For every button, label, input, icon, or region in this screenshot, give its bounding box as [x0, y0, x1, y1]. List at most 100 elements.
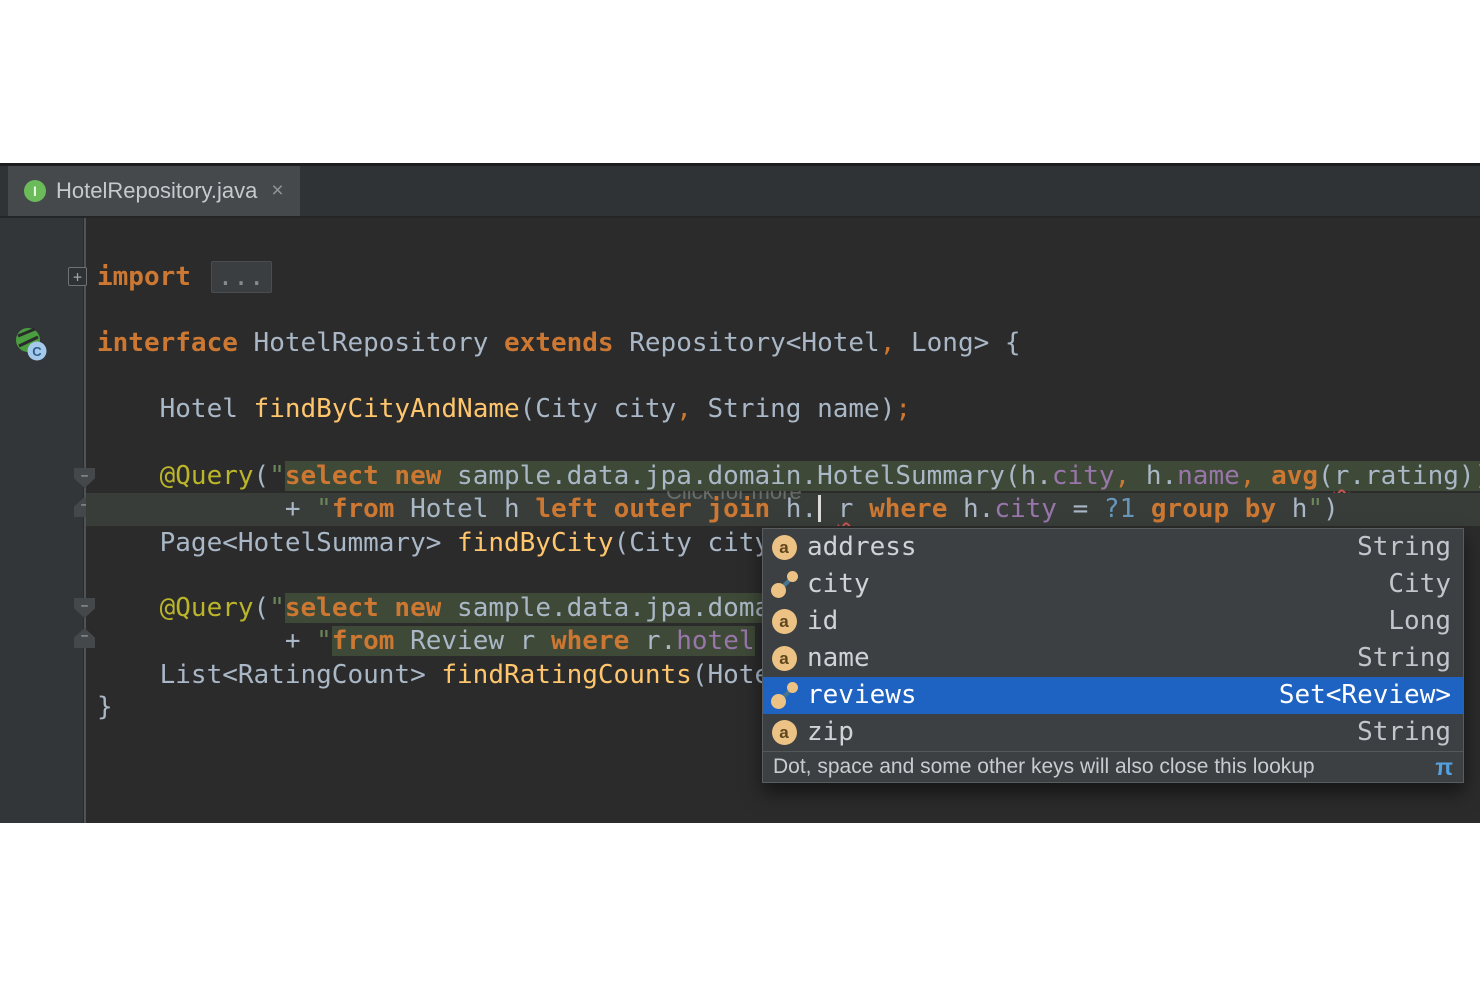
code-token: name [1177, 461, 1240, 491]
code-token: select new [285, 461, 442, 491]
completion-item-label: reviews [807, 679, 917, 712]
code-line: import ... [97, 261, 1480, 294]
code-token: city [1052, 461, 1115, 491]
attribute-icon: a [769, 720, 799, 745]
code-token: ... [211, 261, 272, 293]
completion-item-label: zip [807, 716, 854, 749]
code-token: findByCityAndName [254, 394, 520, 424]
code-token: @Query [160, 593, 254, 623]
code-token: String name) [692, 394, 896, 424]
completion-item-type: String [1357, 716, 1463, 749]
code-token: from [332, 494, 395, 524]
code-token: from [332, 626, 395, 656]
completion-item[interactable]: azip String [763, 714, 1463, 751]
completion-hint-footer: Dot, space and some other keys will also… [763, 751, 1463, 782]
code-line: @Query("select new sample.data.jpa.domai… [97, 460, 1480, 493]
code-token: Hotel h [394, 494, 535, 524]
completion-item-label: name [807, 642, 870, 675]
code-token: findByCity [457, 528, 614, 558]
code-token: ?1 [1104, 494, 1135, 524]
code-token: city [994, 494, 1057, 524]
code-token: = [1057, 494, 1104, 524]
code-token: r. [629, 626, 676, 656]
code-token: Long> { [895, 328, 1020, 358]
code-line: Hotel findByCityAndName(City city, Strin… [97, 393, 1480, 426]
code-token [1135, 494, 1151, 524]
code-token: ) [1323, 494, 1339, 524]
code-token: import [97, 262, 191, 292]
code-token: } [97, 692, 113, 722]
pi-icon: π [1435, 754, 1453, 781]
attribute-icon: a [769, 646, 799, 671]
completion-item[interactable]: aname String [763, 640, 1463, 677]
attribute-icon-letter: a [772, 609, 797, 634]
code-token: Repository<Hotel [629, 328, 879, 358]
code-token: interface [97, 328, 254, 358]
code-line: interface HotelRepository extends Reposi… [97, 327, 1480, 360]
code-token: ; [895, 394, 911, 424]
code-token: " [1307, 494, 1323, 524]
java-interface-icon: I [24, 180, 46, 202]
attribute-icon: a [769, 609, 799, 634]
code-token: left outer join [535, 494, 770, 524]
code-token [97, 461, 160, 491]
code-line: + "from Hotel h left outer join h. r whe… [97, 493, 1480, 526]
code-token: where [551, 626, 629, 656]
code-token: " [316, 626, 332, 656]
attribute-icon-letter: a [772, 535, 797, 560]
completion-item-label: address [807, 531, 917, 564]
code-token: hotel [676, 626, 754, 656]
completion-item-type: City [1388, 568, 1463, 601]
tab-hotelrepository-java[interactable]: I HotelRepository.java × [8, 166, 300, 216]
code-token: @Query [160, 461, 254, 491]
code-token: HotelRepository [254, 328, 504, 358]
code-token: h. [947, 494, 994, 524]
completion-item[interactable]: reviews Set<Review> [763, 677, 1463, 714]
code-token: select new [285, 593, 442, 623]
tab-title: HotelRepository.java [56, 178, 257, 204]
relation-icon [769, 571, 799, 598]
tab-close-icon[interactable]: × [271, 179, 283, 203]
code-token: ( [254, 461, 270, 491]
code-token [853, 494, 869, 524]
ide-window: I HotelRepository.java × + C − − − − Cli… [0, 163, 1480, 823]
code-token: where [869, 494, 947, 524]
code-token: " [269, 461, 285, 491]
completion-hint-text: Dot, space and some other keys will also… [773, 755, 1315, 779]
code-token [1255, 461, 1271, 491]
code-token: r [838, 494, 854, 524]
code-token: .rating)) [1349, 461, 1480, 491]
completion-item-type: Long [1388, 605, 1463, 638]
completion-item[interactable]: aidLong [763, 603, 1463, 640]
editor-tab-bar: I HotelRepository.java × [0, 163, 1480, 218]
code-token [191, 262, 207, 292]
code-token: , [880, 328, 896, 358]
text-caret [818, 495, 821, 522]
code-token: ( [1318, 461, 1334, 491]
relation-icon [769, 682, 799, 709]
completion-item[interactable]: a address String [763, 529, 1463, 566]
attribute-icon: a [769, 535, 799, 560]
code-token: , [676, 394, 692, 424]
completion-item-type: String [1357, 642, 1463, 675]
code-token: ( [254, 593, 270, 623]
code-token: Review r [394, 626, 551, 656]
code-token: + [97, 626, 316, 656]
code-token: sample.data.jpa.domain.HotelSummary(h. [441, 461, 1051, 491]
completion-item-type: Set<Review> [1279, 679, 1463, 712]
code-token: " [269, 593, 285, 623]
code-token [97, 593, 160, 623]
attribute-icon-letter: a [772, 646, 797, 671]
code-token: r [1334, 461, 1350, 491]
code-token: avg [1271, 461, 1318, 491]
completion-item-type: String [1357, 531, 1463, 564]
completion-item[interactable]: cityCity [763, 566, 1463, 603]
code-token: extends [504, 328, 629, 358]
code-token: findRatingCounts [441, 660, 691, 690]
code-token: (Hote [692, 660, 770, 690]
code-token: , [1115, 461, 1131, 491]
code-token: h [1276, 494, 1307, 524]
code-token: " [316, 494, 332, 524]
screenshot-root: I HotelRepository.java × + C − − − − Cli… [0, 0, 1480, 987]
code-token: group by [1151, 494, 1276, 524]
